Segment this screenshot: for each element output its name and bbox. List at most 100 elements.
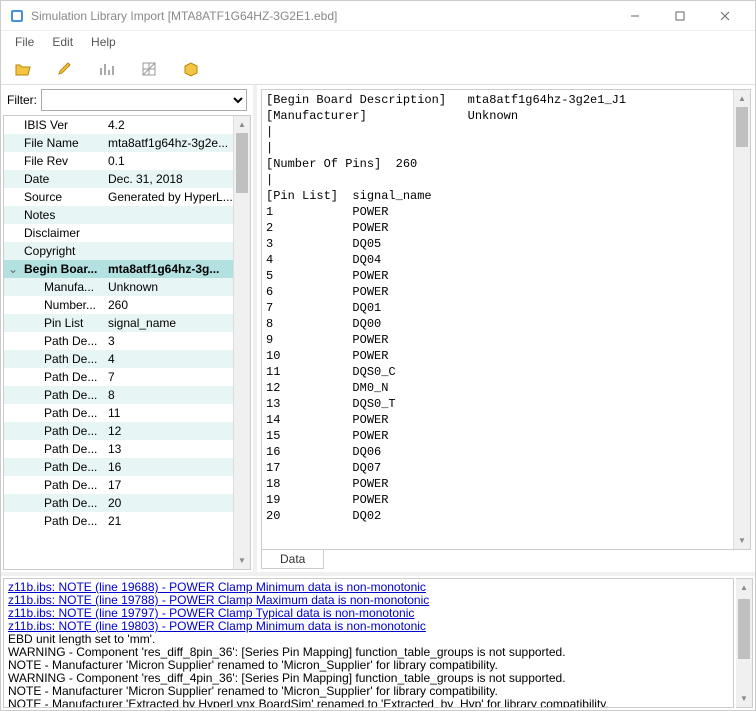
scroll-down-icon[interactable]: ▼ (734, 532, 750, 549)
tree-value: signal_name (104, 316, 233, 330)
tree-label: Path De... (4, 496, 104, 510)
tree-value: 20 (104, 496, 233, 510)
tree-value: Dec. 31, 2018 (104, 172, 233, 186)
data-scrollbar[interactable]: ▲ ▼ (733, 90, 750, 549)
tree-value: 3 (104, 334, 233, 348)
tree-label: Path De... (4, 478, 104, 492)
tree-row[interactable]: Path De...11 (4, 404, 233, 422)
grid-icon[interactable] (139, 59, 159, 79)
tree-label: Path De... (4, 388, 104, 402)
tree-label: Path De... (4, 514, 104, 528)
tree-value: 260 (104, 298, 233, 312)
tree-label: IBIS Ver (4, 118, 104, 132)
tree-row[interactable]: Disclaimer (4, 224, 233, 242)
tree-row[interactable]: Path De...3 (4, 332, 233, 350)
tree-row[interactable]: Number...260 (4, 296, 233, 314)
filter-label: Filter: (7, 93, 37, 107)
tree-value: 21 (104, 514, 233, 528)
tree-label: Date (4, 172, 104, 186)
tree-row[interactable]: IBIS Ver4.2 (4, 116, 233, 134)
tree-row[interactable]: Path De...17 (4, 476, 233, 494)
tree-row[interactable]: Path De...16 (4, 458, 233, 476)
tree-label: Path De... (4, 460, 104, 474)
tree-label: File Name (4, 136, 104, 150)
tree-value: 4.2 (104, 118, 233, 132)
tree-row[interactable]: Path De...7 (4, 368, 233, 386)
tree-value: 0.1 (104, 154, 233, 168)
scroll-down-icon[interactable]: ▼ (736, 690, 752, 707)
tree-value: 16 (104, 460, 233, 474)
tree-value: 12 (104, 424, 233, 438)
tree-row[interactable]: DateDec. 31, 2018 (4, 170, 233, 188)
tree-row[interactable]: Pin Listsignal_name (4, 314, 233, 332)
tree-label: Notes (4, 208, 104, 222)
chart-icon[interactable] (97, 59, 117, 79)
tree-value: 4 (104, 352, 233, 366)
tab-data[interactable]: Data (261, 550, 324, 569)
scroll-thumb[interactable] (738, 599, 750, 659)
tree-label: Path De... (4, 424, 104, 438)
scroll-up-icon[interactable]: ▲ (734, 90, 750, 107)
log-scrollbar[interactable]: ▲ ▼ (736, 578, 753, 708)
tree-row[interactable]: File Namemta8atf1g64hz-3g2e... (4, 134, 233, 152)
tree-value: mta8atf1g64hz-3g2e... (104, 136, 233, 150)
window-title: Simulation Library Import [MTA8ATF1G64HZ… (31, 9, 612, 23)
tree-value: 13 (104, 442, 233, 456)
tree-row[interactable]: SourceGenerated by HyperL... (4, 188, 233, 206)
toolbar (1, 53, 755, 85)
tree-row[interactable]: Path De...12 (4, 422, 233, 440)
tree-row[interactable]: ⌄Begin Boar...mta8atf1g64hz-3g... (4, 260, 233, 278)
minimize-button[interactable] (612, 2, 657, 30)
tree-row[interactable]: File Rev0.1 (4, 152, 233, 170)
tree-label: Source (4, 190, 104, 204)
tree-row[interactable]: Path De...8 (4, 386, 233, 404)
scroll-down-icon[interactable]: ▼ (234, 552, 250, 569)
tree-label: Path De... (4, 442, 104, 456)
scroll-thumb[interactable] (736, 107, 748, 147)
tree-label: Pin List (4, 316, 104, 330)
property-tree[interactable]: IBIS Ver4.2File Namemta8atf1g64hz-3g2e..… (4, 116, 233, 569)
titlebar: Simulation Library Import [MTA8ATF1G64HZ… (1, 1, 755, 31)
tree-row[interactable]: Notes (4, 206, 233, 224)
log-line: NOTE - Manufacturer 'Extracted by HyperL… (8, 698, 729, 708)
package-icon[interactable] (181, 59, 201, 79)
tree-row[interactable]: Path De...21 (4, 512, 233, 530)
app-icon (9, 8, 25, 24)
tree-row[interactable]: Manufa...Unknown (4, 278, 233, 296)
menu-edit[interactable]: Edit (44, 33, 81, 51)
open-icon[interactable] (13, 59, 33, 79)
tree-value: Generated by HyperL... (104, 190, 233, 204)
tree-value: mta8atf1g64hz-3g... (104, 262, 233, 276)
menu-file[interactable]: File (7, 33, 42, 51)
tree-label: Disclaimer (4, 226, 104, 240)
tree-value: 7 (104, 370, 233, 384)
tree-row[interactable]: Copyright (4, 242, 233, 260)
menubar: File Edit Help (1, 31, 755, 53)
tree-label: Path De... (4, 370, 104, 384)
tree-row[interactable]: Path De...4 (4, 350, 233, 368)
menu-help[interactable]: Help (83, 33, 124, 51)
edit-icon[interactable] (55, 59, 75, 79)
scroll-thumb[interactable] (236, 133, 248, 193)
tree-value: 17 (104, 478, 233, 492)
tree-label: Begin Boar... (4, 262, 104, 276)
tree-value: 11 (104, 406, 233, 420)
close-button[interactable] (702, 2, 747, 30)
scroll-up-icon[interactable]: ▲ (234, 116, 250, 133)
tree-label: Manufa... (4, 280, 104, 294)
scroll-up-icon[interactable]: ▲ (736, 579, 752, 596)
tree-label: Copyright (4, 244, 104, 258)
tree-label: Path De... (4, 352, 104, 366)
tree-value: Unknown (104, 280, 233, 294)
tree-label: File Rev (4, 154, 104, 168)
tree-row[interactable]: Path De...13 (4, 440, 233, 458)
maximize-button[interactable] (657, 2, 702, 30)
filter-select[interactable] (41, 89, 247, 111)
tree-scrollbar[interactable]: ▲ ▼ (233, 116, 250, 569)
tree-label: Path De... (4, 406, 104, 420)
expand-icon[interactable]: ⌄ (8, 262, 18, 276)
tree-label: Number... (4, 298, 104, 312)
log-panel[interactable]: z11b.ibs: NOTE (line 19688) - POWER Clam… (3, 578, 734, 708)
data-text-view[interactable]: [Begin Board Description] mta8atf1g64hz-… (262, 90, 733, 549)
tree-row[interactable]: Path De...20 (4, 494, 233, 512)
